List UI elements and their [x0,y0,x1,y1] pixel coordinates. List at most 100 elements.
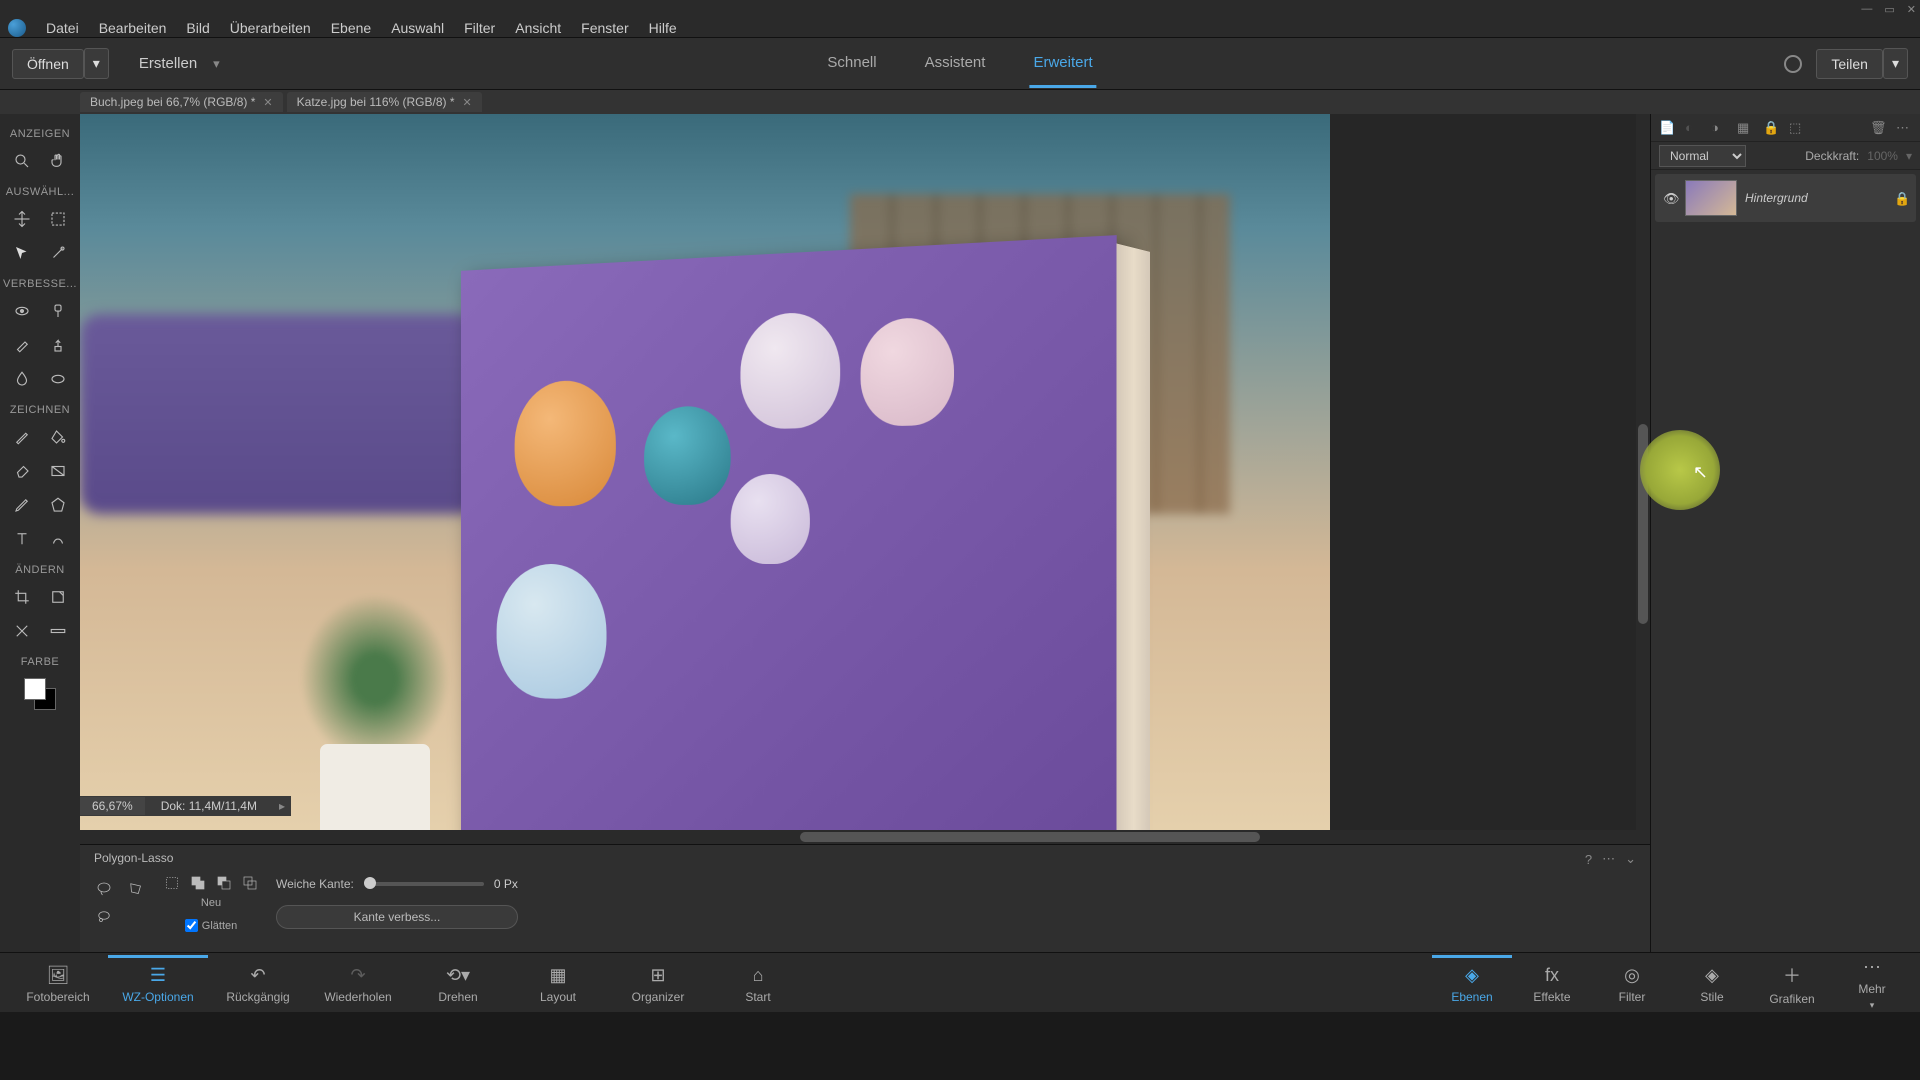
magic-wand-tool-icon[interactable] [47,242,69,264]
layer-row[interactable]: 👁 Hintergrund 🔒 [1655,174,1916,222]
layer-name[interactable]: Hintergrund [1745,191,1886,205]
tab-close-icon[interactable]: ✕ [263,96,272,109]
marquee-tool-icon[interactable] [47,208,69,230]
opacity-dropdown-icon[interactable]: ▾ [1906,149,1912,163]
zoom-level[interactable]: 66,67% [80,797,145,815]
close-window-icon[interactable]: ✕ [1907,3,1916,16]
bb-organizer[interactable]: ⊞Organizer [608,955,708,1011]
menu-datei[interactable]: Datei [46,20,79,36]
layer-fx-icon[interactable]: ◐ [1685,120,1701,136]
sponge-tool-icon[interactable] [47,368,69,390]
bb-drehen[interactable]: ⟲▾Drehen [408,955,508,1011]
cursor-arrow-icon: ↖ [1693,462,1708,483]
lasso-variant-icon[interactable] [94,879,114,899]
bb-start[interactable]: ⌂Start [708,955,808,1011]
menu-hilfe[interactable]: Hilfe [649,20,677,36]
menu-auswahl[interactable]: Auswahl [391,20,444,36]
straighten-tool-icon[interactable] [47,620,69,642]
menu-bild[interactable]: Bild [186,20,209,36]
bb-filter[interactable]: ◎Filter [1592,955,1672,1011]
spot-heal-tool-icon[interactable] [47,300,69,322]
subtract-selection-icon[interactable] [214,873,234,893]
menu-filter[interactable]: Filter [464,20,495,36]
custom-shape-tool-icon[interactable] [47,528,69,550]
magnetic-lasso-variant-icon[interactable] [94,907,114,927]
bb-wz-optionen[interactable]: ☰WZ-Optionen [108,955,208,1011]
menu-ueberarbeiten[interactable]: Überarbeiten [230,20,311,36]
shape-tool-icon[interactable] [47,494,69,516]
content-aware-tool-icon[interactable] [11,620,33,642]
help-icon[interactable]: ? [1585,852,1592,867]
bb-effekte[interactable]: fxEffekte [1512,955,1592,1011]
layer-lock-icon[interactable]: 🔒 [1894,191,1908,205]
bb-mehr[interactable]: ⋯Mehr▾ [1832,955,1912,1011]
intersect-selection-icon[interactable] [240,873,260,893]
link-layers-icon[interactable]: ⬚ [1789,120,1805,136]
menu-fenster[interactable]: Fenster [581,20,628,36]
tab-close-icon[interactable]: ✕ [463,96,472,109]
layer-thumbnail[interactable] [1685,180,1737,216]
layer-visibility-icon[interactable]: 👁 [1663,191,1677,205]
open-button[interactable]: Öffnen ▾ [12,48,109,79]
foreground-color[interactable] [24,678,46,700]
move-tool-icon[interactable] [11,208,33,230]
hand-tool-icon[interactable] [47,150,69,172]
collapse-icon[interactable]: ⌄ [1625,851,1636,867]
bb-layout[interactable]: ▦Layout [508,955,608,1011]
menu-ansicht[interactable]: Ansicht [515,20,561,36]
crop-tool-icon[interactable] [11,586,33,608]
blur-tool-icon[interactable] [11,368,33,390]
color-swatch[interactable] [24,678,56,710]
tab-buch[interactable]: Buch.jpeg bei 66,7% (RGB/8) * ✕ [80,92,283,112]
menu-bearbeiten[interactable]: Bearbeiten [99,20,167,36]
theme-toggle-icon[interactable] [1784,55,1802,73]
layer-mask-icon[interactable]: ▦ [1737,120,1753,136]
text-tool-icon[interactable] [11,528,33,550]
delete-layer-icon[interactable]: 🗑 [1870,120,1886,136]
horizontal-scrollbar[interactable] [80,830,1650,844]
paint-bucket-tool-icon[interactable] [47,426,69,448]
lasso-tool-icon[interactable] [11,242,33,264]
new-layer-icon[interactable]: 📄 [1659,120,1675,136]
mode-erweitert[interactable]: Erweitert [1029,40,1096,88]
redeye-tool-icon[interactable] [11,300,33,322]
antialias-checkbox[interactable]: Glätten [185,919,237,932]
bb-wiederholen[interactable]: ↷Wiederholen [308,955,408,1011]
lock-layer-icon[interactable]: 🔒 [1763,120,1779,136]
status-arrow-icon[interactable]: ▸ [273,797,291,815]
bb-stile[interactable]: ◈Stile [1672,955,1752,1011]
share-button[interactable]: Teilen ▾ [1816,48,1908,79]
zoom-tool-icon[interactable] [11,150,33,172]
smart-brush-tool-icon[interactable] [11,334,33,356]
new-selection-icon[interactable] [162,873,182,893]
open-dropdown-icon[interactable]: ▾ [84,48,109,79]
polygon-lasso-variant-icon[interactable] [126,879,146,899]
eraser-tool-icon[interactable] [11,460,33,482]
create-button[interactable]: Erstellen ▾ [129,49,226,78]
mode-assistent[interactable]: Assistent [921,40,990,88]
adjustment-layer-icon[interactable]: ◑ [1711,120,1727,136]
blend-mode-select[interactable]: Normal [1659,145,1746,167]
pencil-tool-icon[interactable] [11,494,33,516]
tab-katze[interactable]: Katze.jpg bei 116% (RGB/8) * ✕ [287,92,482,112]
refine-edge-button[interactable]: Kante verbess... [276,905,518,929]
gradient-tool-icon[interactable] [47,460,69,482]
menu-ebene[interactable]: Ebene [331,20,371,36]
bb-fotobereich[interactable]: 🖼Fotobereich [8,955,108,1011]
feather-slider[interactable] [364,882,484,886]
bb-ebenen[interactable]: ◈Ebenen [1432,955,1512,1011]
brush-tool-icon[interactable] [11,426,33,448]
document-canvas[interactable]: 66,67% Dok: 11,4M/11,4M ▸ [80,114,1650,830]
create-dropdown-icon[interactable]: ▾ [207,50,226,78]
recompose-tool-icon[interactable] [47,586,69,608]
bb-grafiken[interactable]: ＋Grafiken [1752,955,1832,1011]
maximize-icon[interactable]: ▭ [1884,3,1894,16]
bb-rueckgaengig[interactable]: ↶Rückgängig [208,955,308,1011]
panel-menu-icon[interactable]: ⋯ [1602,851,1615,867]
minimize-icon[interactable]: — [1861,3,1872,15]
clone-stamp-tool-icon[interactable] [47,334,69,356]
mode-schnell[interactable]: Schnell [823,40,880,88]
add-selection-icon[interactable] [188,873,208,893]
share-dropdown-icon[interactable]: ▾ [1883,48,1908,79]
panel-more-icon[interactable]: ⋯ [1896,120,1912,136]
